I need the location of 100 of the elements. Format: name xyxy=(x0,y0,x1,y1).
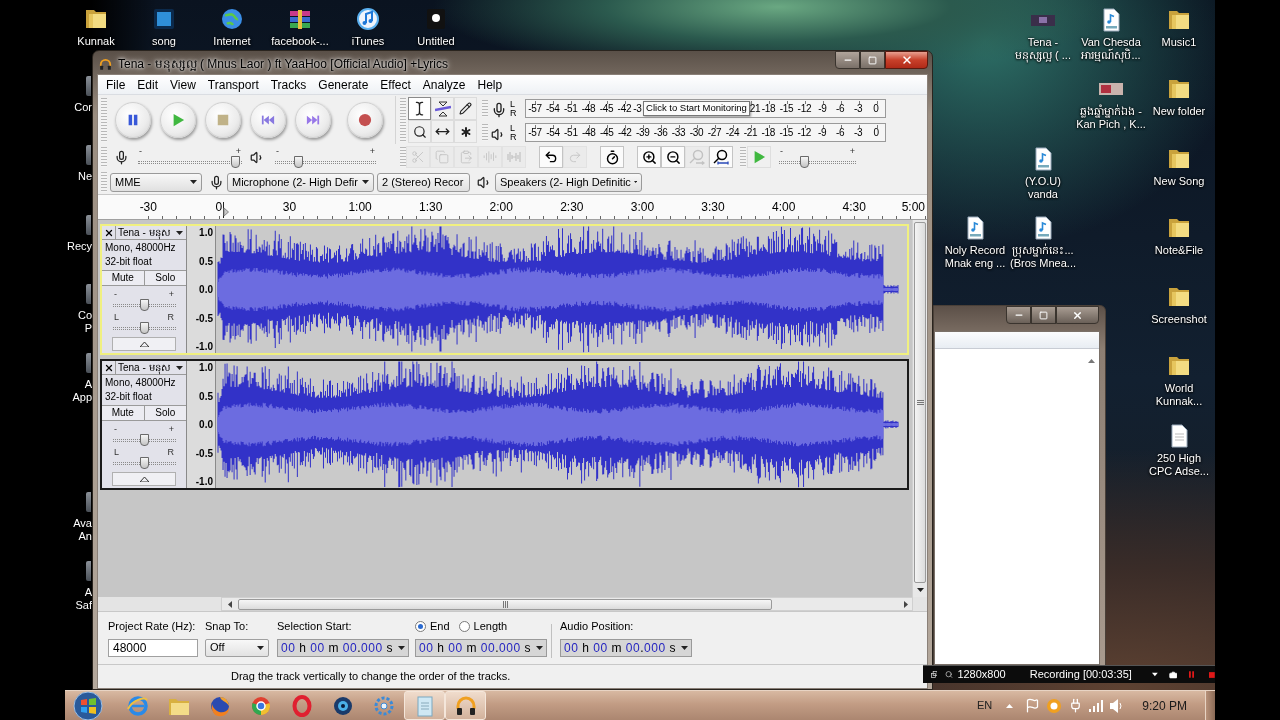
camera-icon[interactable] xyxy=(1168,668,1178,681)
close-button[interactable] xyxy=(885,51,928,69)
audio-host-select[interactable]: MME xyxy=(110,172,202,192)
cropped-icon[interactable] xyxy=(86,145,91,166)
desktop-icon-label[interactable]: facebook-... xyxy=(271,35,329,48)
radio-label[interactable]: Length xyxy=(473,618,508,635)
stop-icon[interactable] xyxy=(1209,670,1215,679)
slider-thumb[interactable] xyxy=(800,155,810,168)
envelope-tool-button[interactable] xyxy=(431,97,454,120)
toolbar-grip[interactable] xyxy=(101,98,107,142)
zoom-tool-button[interactable] xyxy=(408,120,431,143)
desktop-icon-label[interactable]: Tena - មនុស្សល្អ ( ... xyxy=(1015,36,1071,62)
pause-button[interactable] xyxy=(115,102,151,138)
minimize-button[interactable] xyxy=(1006,306,1031,324)
solo-button[interactable]: Solo xyxy=(144,271,186,285)
menu-item[interactable]: Edit xyxy=(137,75,159,94)
radio-button[interactable] xyxy=(415,620,426,632)
collapse-track-button[interactable] xyxy=(112,337,176,351)
desktop-icon-label[interactable]: World Kunnak... xyxy=(1155,382,1203,409)
desktop-icon-label[interactable]: New folder xyxy=(1152,105,1206,119)
menu-item[interactable]: Help xyxy=(477,75,503,94)
pause-icon[interactable] xyxy=(1189,670,1195,679)
desktop-icon-label[interactable]: Untitled xyxy=(417,35,455,48)
menu-item[interactable]: Tracks xyxy=(270,75,307,94)
desktop-icon-label[interactable]: Note&File xyxy=(1154,243,1204,257)
desktop-icon-label[interactable]: Ne xyxy=(77,170,92,184)
radio-button[interactable] xyxy=(458,620,470,632)
zoom-in-button[interactable] xyxy=(637,146,661,168)
caret-up-icon[interactable] xyxy=(1006,703,1014,708)
toolbar-grip[interactable] xyxy=(482,124,488,141)
desktop-icon-label[interactable]: 250 High CPC Adse... xyxy=(1149,451,1209,478)
scroll-left-arrow-icon[interactable] xyxy=(228,600,232,608)
skip-to-end-button[interactable] xyxy=(295,102,331,138)
selection-start-field[interactable]: 00 h 00 m 00.000 s xyxy=(277,638,409,657)
toolbar-grip[interactable] xyxy=(101,147,107,167)
desktop-icon-label[interactable]: song xyxy=(152,35,176,48)
toolbar-grip[interactable] xyxy=(400,147,406,167)
gain-slider[interactable] xyxy=(113,434,176,446)
audio-track[interactable]: Tena - មនុស Mono, 48000Hz 32-bit float Mute Solo - + L R 1.0 0.5 0.0 -0.5 -1.0 xyxy=(100,224,909,355)
flag-icon[interactable] xyxy=(1025,698,1041,713)
mute-button[interactable]: Mute xyxy=(102,271,145,285)
menu-item[interactable]: Transport xyxy=(207,75,259,94)
playback-device-select[interactable]: Speakers (2- High Definitic xyxy=(495,172,642,192)
maximize-button[interactable] xyxy=(1031,306,1056,324)
language-indicator[interactable]: EN xyxy=(977,697,993,714)
close-button[interactable] xyxy=(1056,306,1099,324)
desktop-icon-label[interactable]: A Saf xyxy=(75,586,92,613)
minimize-button[interactable] xyxy=(835,51,860,69)
signal-bars-icon[interactable] xyxy=(1089,699,1105,712)
cropped-icon[interactable] xyxy=(86,283,91,304)
cropped-icon[interactable] xyxy=(86,214,91,235)
radio-label[interactable]: End xyxy=(430,618,450,635)
taskbar-app-button[interactable] xyxy=(445,691,486,720)
selection-end-field[interactable]: 00 h 00 m 00.000 s xyxy=(415,638,547,657)
recording-device-select[interactable]: Microphone (2- High Defir xyxy=(227,172,374,192)
desktop-icon-label[interactable]: A App xyxy=(72,378,92,405)
level-meter[interactable]: -57 -54 -51 -48 -45 -42 -39 -36 -33 -30 -27 -24 -21 -18 -15 -12 -9 -6 -3 0 xyxy=(525,123,886,142)
toolbar-grip[interactable] xyxy=(740,147,746,167)
track-name-menu[interactable]: Tena - មនុស xyxy=(116,226,186,239)
cropped-icon[interactable] xyxy=(86,491,91,512)
pan-slider[interactable] xyxy=(113,457,176,469)
cropped-icon[interactable] xyxy=(86,353,91,374)
desktop-icon-label[interactable]: Ava An xyxy=(73,516,92,543)
project-rate-field[interactable]: 48000 xyxy=(108,638,198,657)
input-volume-slider[interactable] xyxy=(138,155,242,168)
audio-position-field[interactable]: 00 h 00 m 00.000 s xyxy=(560,638,692,657)
desktop-icon-label[interactable]: Kunnak xyxy=(77,35,115,48)
desktop-icon-label[interactable]: Recy xyxy=(66,239,92,253)
menu-item[interactable]: File xyxy=(106,75,126,94)
app-tile-icon[interactable] xyxy=(151,6,177,32)
maximize-button[interactable] xyxy=(860,51,885,69)
pan-slider[interactable] xyxy=(113,322,176,334)
start-button[interactable] xyxy=(70,690,106,720)
slider-thumb[interactable] xyxy=(140,434,149,446)
clock-time[interactable]: 9:20 PM xyxy=(1142,696,1187,715)
scrollbar-thumb[interactable] xyxy=(238,598,772,610)
collapse-track-button[interactable] xyxy=(112,472,176,486)
time-shift-tool-button[interactable] xyxy=(431,120,454,143)
audio-track[interactable]: Tena - មនុស Mono, 48000Hz 32-bit float Mute Solo - + L R 1.0 0.5 0.0 -0.5 -1.0 xyxy=(100,359,909,490)
recording-channels-select[interactable]: 2 (Stereo) Recor xyxy=(377,172,470,192)
horizontal-scrollbar[interactable] xyxy=(221,597,913,611)
zoom-out-button[interactable] xyxy=(661,146,685,168)
track-name-menu[interactable]: Tena - មនុស xyxy=(116,361,186,374)
menu-item[interactable]: Generate xyxy=(318,75,369,94)
output-volume-slider[interactable] xyxy=(275,155,376,168)
ring-icon[interactable] xyxy=(1046,697,1063,714)
multi-tool-button[interactable] xyxy=(454,120,477,143)
gain-slider[interactable] xyxy=(113,299,176,311)
mute-button[interactable]: Mute xyxy=(102,406,145,420)
search-icon[interactable] xyxy=(945,669,954,680)
show-desktop-button[interactable] xyxy=(1205,691,1215,720)
menu-item[interactable]: View xyxy=(170,75,196,94)
toolbar-grip[interactable] xyxy=(101,172,107,192)
undo-button[interactable] xyxy=(539,146,563,168)
desktop-icon-label[interactable]: ឆ្លងឆ្នាំម្នាក់ឯង - Kan Pich , K... xyxy=(1076,105,1146,132)
scroll-up-arrow-icon[interactable] xyxy=(1088,359,1095,363)
slider-thumb[interactable] xyxy=(140,457,149,469)
fit-project-button[interactable] xyxy=(709,146,733,168)
speaker-icon[interactable] xyxy=(1110,698,1123,713)
desktop-icon-label[interactable]: Van Chesda អារម្មណ៍សុបិ... xyxy=(1081,36,1141,62)
